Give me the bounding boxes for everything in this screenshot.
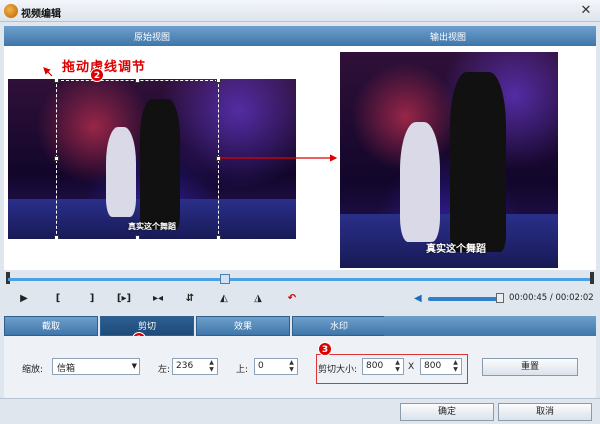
- size-separator: X: [408, 362, 415, 372]
- crop-handle[interactable]: [54, 235, 59, 239]
- step-badge-3: 3: [318, 342, 332, 356]
- zoom-label: 缩放:: [22, 365, 44, 375]
- play-icon[interactable]: ▶: [16, 291, 32, 307]
- crop-handle[interactable]: [135, 79, 140, 83]
- tab-watermark[interactable]: 水印: [292, 316, 386, 336]
- rotate-left-icon[interactable]: ◭: [216, 291, 232, 307]
- volume-thumb[interactable]: [496, 293, 504, 303]
- edit-tabs: 截取 剪切 效果 水印 1: [4, 316, 596, 346]
- stepper-arrows-icon[interactable]: ▲ ▼: [287, 359, 296, 374]
- total-time: 00:02:02: [555, 293, 594, 303]
- crop-handle[interactable]: [216, 79, 221, 83]
- crop-handle[interactable]: [216, 156, 221, 161]
- split-icon[interactable]: ▸◂: [150, 291, 166, 307]
- crop-settings-panel: 缩放: 信箱 ▼ 左: 236 ▲ ▼ 上: 0 ▲ ▼ 3 剪切大小: 800 ▲…: [4, 336, 596, 398]
- stepper-arrows-icon[interactable]: ▲ ▼: [451, 359, 460, 374]
- reset-button[interactable]: 重置: [482, 358, 578, 376]
- close-button[interactable]: ✕: [578, 3, 594, 19]
- stepper-arrows-icon[interactable]: ▲ ▼: [393, 359, 402, 374]
- window-title: 视频编辑: [21, 9, 61, 20]
- time-display: 00:00:45 / 00:02:02: [509, 293, 594, 303]
- flip-vertical-icon[interactable]: ⇵: [182, 291, 198, 307]
- app-icon: [4, 4, 18, 18]
- stepper-arrows-icon[interactable]: ▲ ▼: [207, 359, 216, 374]
- crop-handle[interactable]: [216, 235, 221, 239]
- ok-button[interactable]: 确定: [400, 403, 494, 421]
- rotate-right-icon[interactable]: ◮: [250, 291, 266, 307]
- volume-slider[interactable]: [428, 297, 502, 301]
- view-header: 原始视图 输出视图: [4, 26, 596, 46]
- crop-handle[interactable]: [54, 79, 59, 83]
- chevron-down-icon: ▼: [131, 362, 137, 370]
- left-offset-stepper[interactable]: 236 ▲ ▼: [172, 358, 218, 375]
- left-label: 左:: [158, 365, 171, 375]
- video-caption: 真实这个舞蹈: [128, 222, 176, 231]
- undo-icon[interactable]: ↶: [284, 291, 300, 307]
- crop-width-stepper[interactable]: 800 ▲ ▼: [362, 358, 404, 375]
- original-view-label: 原始视图: [133, 33, 170, 43]
- play-selection-icon[interactable]: [▸]: [116, 291, 132, 307]
- crop-handle[interactable]: [54, 156, 59, 161]
- zoom-select[interactable]: 信箱 ▼: [52, 358, 140, 375]
- timeline-thumb[interactable]: [220, 274, 230, 284]
- crop-handle[interactable]: [135, 235, 140, 239]
- drag-instruction-annotation: 拖动虚线调节: [62, 60, 147, 75]
- mark-out-icon[interactable]: ]: [84, 291, 100, 307]
- tab-effects[interactable]: 效果: [196, 316, 290, 336]
- cancel-button[interactable]: 取消: [498, 403, 592, 421]
- current-time: 00:00:45: [509, 293, 548, 303]
- step-badge-2: 2: [90, 68, 104, 82]
- preview-area: 真实这个舞蹈 真实这个舞蹈 拖动虚线调节 2: [4, 46, 596, 270]
- video-caption: 真实这个舞蹈: [426, 244, 486, 255]
- top-label: 上:: [236, 365, 249, 375]
- player-controls: ▶ [ ] [▸] ▸◂ ⇵ ◭ ◮ ↶ ◀ 00:00:45 / 00:02:…: [4, 288, 596, 310]
- original-video-frame: 真实这个舞蹈: [8, 79, 296, 239]
- title-bar: 视频编辑 ✕: [0, 0, 600, 22]
- dialog-footer: 确定 取消: [0, 398, 600, 424]
- mark-in-icon[interactable]: [: [50, 291, 66, 307]
- crop-size-label: 剪切大小:: [318, 365, 358, 375]
- output-video-frame: 真实这个舞蹈: [340, 52, 558, 268]
- output-view-label: 输出视图: [429, 33, 466, 43]
- crop-height-stepper[interactable]: 800 ▲ ▼: [420, 358, 462, 375]
- tab-trim[interactable]: 截取: [4, 316, 98, 336]
- volume-icon[interactable]: ◀: [414, 293, 426, 305]
- timeline-slider[interactable]: [4, 270, 596, 286]
- top-offset-stepper[interactable]: 0 ▲ ▼: [254, 358, 298, 375]
- tab-crop[interactable]: 剪切: [100, 316, 194, 336]
